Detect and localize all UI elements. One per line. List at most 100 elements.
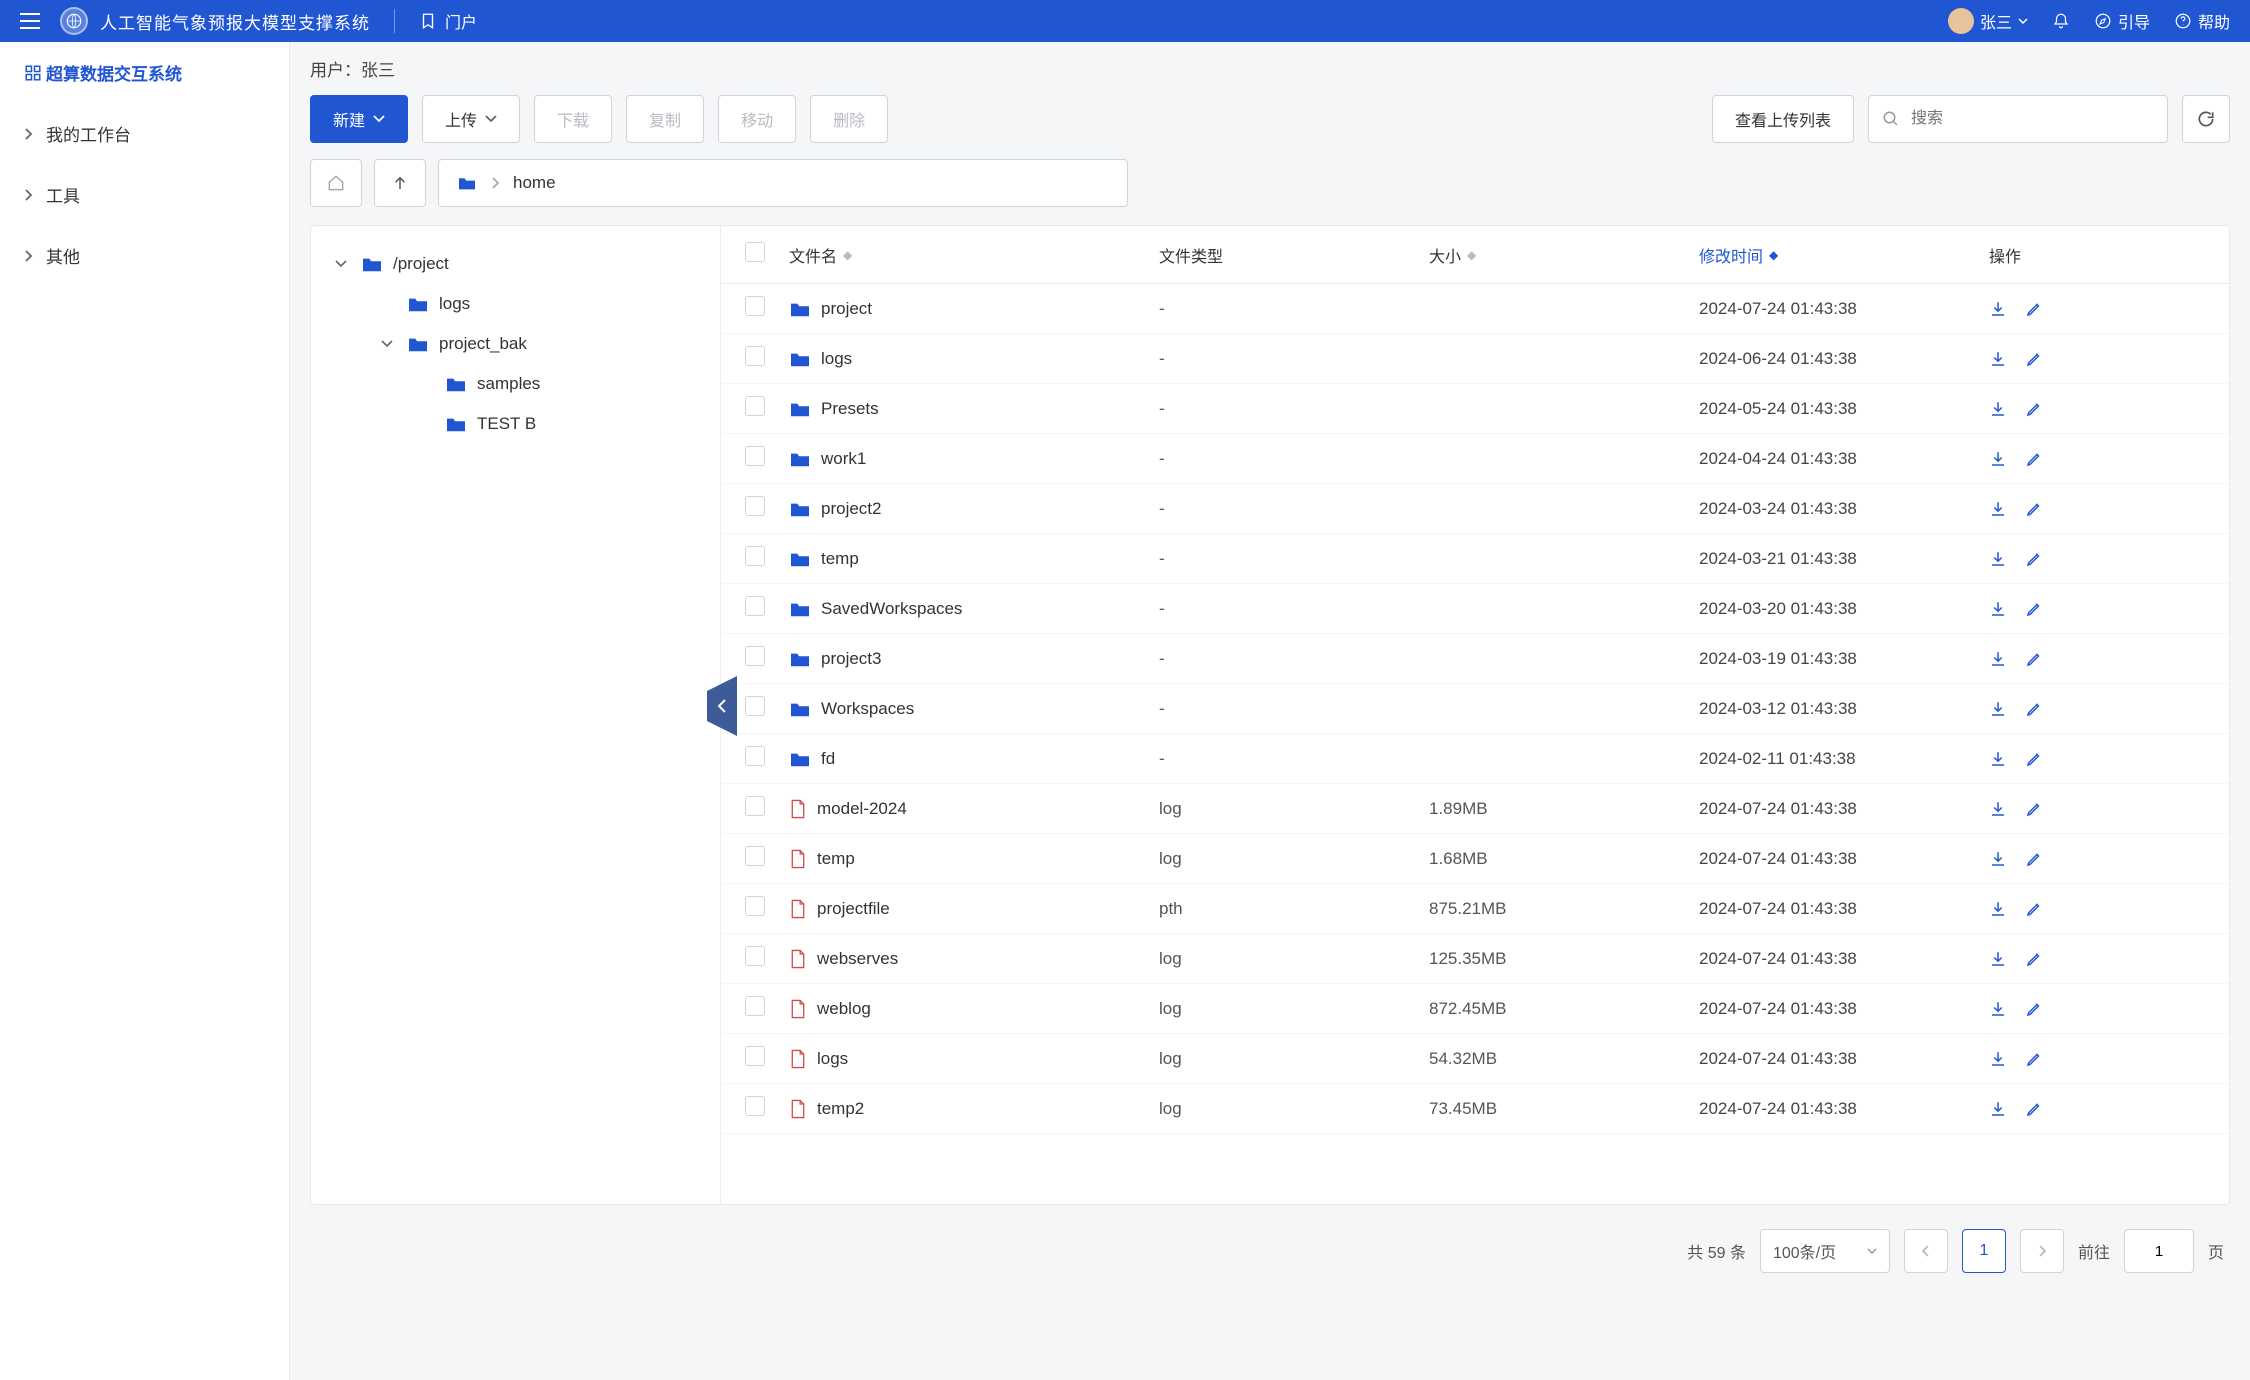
- row-checkbox[interactable]: [745, 1046, 765, 1066]
- file-name-cell[interactable]: Presets: [789, 399, 1159, 419]
- file-name-cell[interactable]: logs: [789, 1049, 1159, 1069]
- row-checkbox[interactable]: [745, 646, 765, 666]
- row-checkbox[interactable]: [745, 296, 765, 316]
- file-name-cell[interactable]: logs: [789, 349, 1159, 369]
- edit-action[interactable]: [2025, 1000, 2043, 1018]
- tree-item[interactable]: logs: [311, 284, 720, 324]
- refresh-button[interactable]: [2182, 95, 2230, 143]
- move-button[interactable]: 移动: [718, 95, 796, 143]
- row-checkbox[interactable]: [745, 446, 765, 466]
- file-name-cell[interactable]: project: [789, 299, 1159, 319]
- row-checkbox[interactable]: [745, 946, 765, 966]
- sidebar-item-1[interactable]: 我的工作台: [0, 103, 289, 164]
- file-name-cell[interactable]: webserves: [789, 949, 1159, 969]
- sidebar-item-0[interactable]: 超算数据交互系统: [0, 42, 289, 103]
- edit-action[interactable]: [2025, 550, 2043, 568]
- portal-link[interactable]: 门户: [419, 9, 477, 33]
- sidebar-item-2[interactable]: 工具: [0, 164, 289, 225]
- edit-action[interactable]: [2025, 800, 2043, 818]
- breadcrumb[interactable]: home: [438, 159, 1128, 207]
- row-checkbox[interactable]: [745, 796, 765, 816]
- edit-action[interactable]: [2025, 950, 2043, 968]
- tree-item[interactable]: TEST B: [311, 404, 720, 444]
- home-button[interactable]: [310, 159, 362, 207]
- row-checkbox[interactable]: [745, 846, 765, 866]
- new-button[interactable]: 新建: [310, 95, 408, 143]
- download-action[interactable]: [1989, 1050, 2007, 1068]
- file-name-cell[interactable]: work1: [789, 449, 1159, 469]
- help-link[interactable]: 帮助: [2174, 9, 2230, 33]
- download-action[interactable]: [1989, 550, 2007, 568]
- row-checkbox[interactable]: [745, 496, 765, 516]
- row-checkbox[interactable]: [745, 596, 765, 616]
- row-checkbox[interactable]: [745, 546, 765, 566]
- tree-item[interactable]: project_bak: [311, 324, 720, 364]
- up-button[interactable]: [374, 159, 426, 207]
- row-checkbox[interactable]: [745, 396, 765, 416]
- file-name-cell[interactable]: project3: [789, 649, 1159, 669]
- view-uploads-button[interactable]: 查看上传列表: [1712, 95, 1854, 143]
- row-checkbox[interactable]: [745, 696, 765, 716]
- download-action[interactable]: [1989, 500, 2007, 518]
- col-header-time[interactable]: 修改时间 ◆: [1699, 243, 1989, 267]
- download-action[interactable]: [1989, 1000, 2007, 1018]
- edit-action[interactable]: [2025, 750, 2043, 768]
- file-name-cell[interactable]: temp: [789, 849, 1159, 869]
- col-header-size[interactable]: 大小 ◆: [1429, 243, 1699, 267]
- edit-action[interactable]: [2025, 700, 2043, 718]
- edit-action[interactable]: [2025, 1050, 2043, 1068]
- edit-action[interactable]: [2025, 400, 2043, 418]
- per-page-select[interactable]: 100条/页: [1760, 1229, 1890, 1273]
- hamburger-icon[interactable]: [20, 13, 40, 29]
- download-action[interactable]: [1989, 350, 2007, 368]
- download-action[interactable]: [1989, 600, 2007, 618]
- edit-action[interactable]: [2025, 1100, 2043, 1118]
- edit-action[interactable]: [2025, 300, 2043, 318]
- sidebar-item-3[interactable]: 其他: [0, 225, 289, 286]
- download-action[interactable]: [1989, 800, 2007, 818]
- file-name-cell[interactable]: projectfile: [789, 899, 1159, 919]
- file-name-cell[interactable]: temp: [789, 549, 1159, 569]
- file-name-cell[interactable]: model-2024: [789, 799, 1159, 819]
- page-1-button[interactable]: 1: [1962, 1229, 2006, 1273]
- file-name-cell[interactable]: weblog: [789, 999, 1159, 1019]
- user-menu[interactable]: 张三: [1948, 8, 2028, 34]
- file-name-cell[interactable]: Workspaces: [789, 699, 1159, 719]
- edit-action[interactable]: [2025, 850, 2043, 868]
- download-action[interactable]: [1989, 850, 2007, 868]
- row-checkbox[interactable]: [745, 896, 765, 916]
- download-action[interactable]: [1989, 400, 2007, 418]
- row-checkbox[interactable]: [745, 346, 765, 366]
- download-button[interactable]: 下载: [534, 95, 612, 143]
- edit-action[interactable]: [2025, 900, 2043, 918]
- file-name-cell[interactable]: fd: [789, 749, 1159, 769]
- prev-page-button[interactable]: [1904, 1229, 1948, 1273]
- row-checkbox[interactable]: [745, 746, 765, 766]
- search-input[interactable]: [1868, 95, 2168, 143]
- col-header-name[interactable]: 文件名 ◆: [789, 243, 1159, 267]
- download-action[interactable]: [1989, 750, 2007, 768]
- goto-page-input[interactable]: [2124, 1229, 2194, 1273]
- tree-item[interactable]: /project: [311, 244, 720, 284]
- copy-button[interactable]: 复制: [626, 95, 704, 143]
- download-action[interactable]: [1989, 1100, 2007, 1118]
- bell-icon[interactable]: [2052, 11, 2070, 31]
- row-checkbox[interactable]: [745, 1096, 765, 1116]
- edit-action[interactable]: [2025, 500, 2043, 518]
- edit-action[interactable]: [2025, 600, 2043, 618]
- download-action[interactable]: [1989, 450, 2007, 468]
- guide-link[interactable]: 引导: [2094, 9, 2150, 33]
- download-action[interactable]: [1989, 900, 2007, 918]
- edit-action[interactable]: [2025, 350, 2043, 368]
- edit-action[interactable]: [2025, 450, 2043, 468]
- upload-button[interactable]: 上传: [422, 95, 520, 143]
- next-page-button[interactable]: [2020, 1229, 2064, 1273]
- select-all-checkbox[interactable]: [745, 242, 765, 262]
- delete-button[interactable]: 删除: [810, 95, 888, 143]
- file-name-cell[interactable]: project2: [789, 499, 1159, 519]
- download-action[interactable]: [1989, 950, 2007, 968]
- tree-item[interactable]: samples: [311, 364, 720, 404]
- download-action[interactable]: [1989, 700, 2007, 718]
- edit-action[interactable]: [2025, 650, 2043, 668]
- download-action[interactable]: [1989, 650, 2007, 668]
